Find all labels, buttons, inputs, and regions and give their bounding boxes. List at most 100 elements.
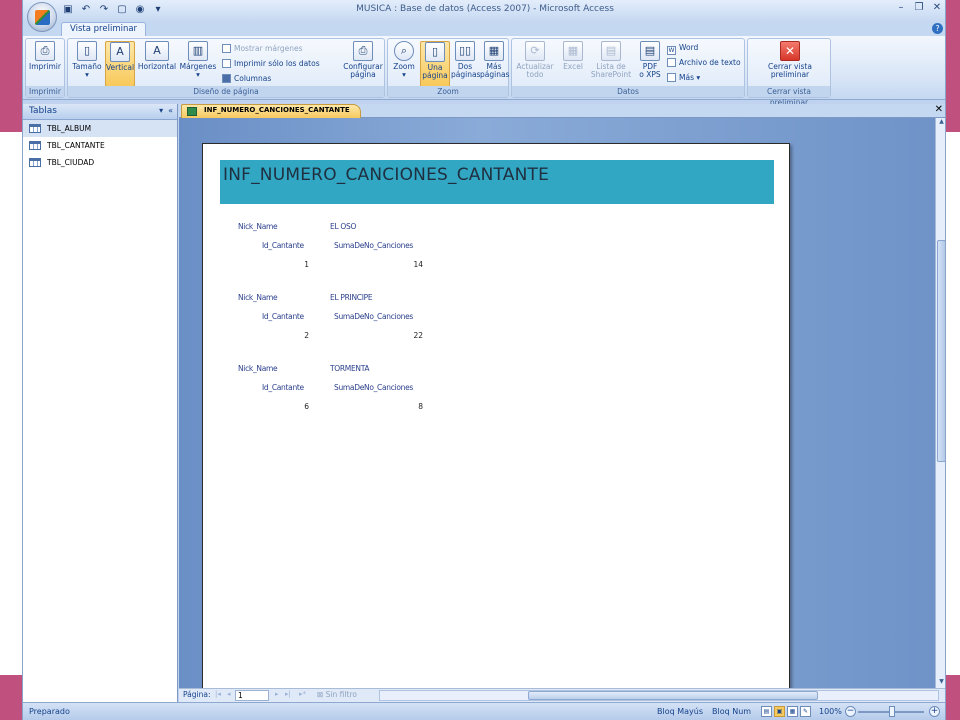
close-preview-button[interactable]: ✕ Cerrar vista preliminar [752, 41, 828, 87]
close-preview-label-2: preliminar [770, 70, 810, 79]
help-icon[interactable]: ? [932, 23, 943, 34]
zoom-button[interactable]: ⌕ Zoom ▾ [390, 41, 418, 87]
suma-value: 22 [413, 331, 423, 340]
access-window: ▣ ↶ ↷ ▢ ◉ ▾ MUSICA : Base de datos (Acce… [22, 0, 946, 720]
page-setup-label-2: página [350, 70, 376, 79]
horizontal-scrollbar[interactable] [379, 690, 939, 701]
zoom-slider-knob[interactable] [889, 706, 895, 717]
vertical-scroll-thumb[interactable] [937, 240, 945, 462]
print-button[interactable]: ⎙ Imprimir [28, 41, 62, 87]
close-document-icon[interactable]: ✕ [935, 104, 943, 115]
window-controls: – ❐ ✕ [895, 2, 943, 14]
page-setup-icon: ⎙ [353, 41, 373, 61]
id-cantante-value: 6 [304, 402, 309, 411]
navigation-pane: Tablas ▾ « TBL_ALBUM TBL_CANTANTE TBL_CIU… [23, 104, 178, 702]
page-number-input[interactable]: 1 [235, 690, 269, 701]
two-pages-button[interactable]: ▯▯ Dos páginas [451, 41, 481, 87]
word-export-button[interactable]: W Word [667, 42, 698, 55]
group-cerrar: ✕ Cerrar vista preliminar Cerrar vista p… [747, 38, 831, 107]
more-pages-label-2: páginas [480, 70, 510, 79]
tab-report-label: INF_NUMERO_CANCIONES_CANTANTE [204, 106, 350, 114]
minimize-icon[interactable]: – [895, 2, 907, 14]
print-data-only-label: Imprimir sólo los datos [234, 59, 320, 68]
show-margins-checkbox[interactable]: Mostrar márgenes [222, 43, 303, 55]
sharepoint-icon: ▤ [601, 41, 621, 61]
page-size-icon: ▯ [77, 41, 97, 61]
next-page-icon[interactable]: ▸ [275, 690, 279, 698]
office-button[interactable] [27, 2, 57, 32]
restore-icon[interactable]: ❐ [913, 2, 925, 14]
zoom-in-icon[interactable]: + [929, 706, 940, 717]
sharepoint-list-button[interactable]: ▤ Lista de SharePoint [588, 41, 634, 87]
landscape-label: Horizontal [137, 62, 177, 71]
two-pages-icon: ▯▯ [455, 41, 475, 61]
nick-name-value: EL OSO [330, 222, 357, 231]
one-page-button[interactable]: ▯ Una página [420, 41, 450, 87]
design-view-icon[interactable]: ✎ [800, 706, 811, 717]
pdf-xps-button[interactable]: ▤ PDF o XPS [636, 41, 664, 87]
vertical-scrollbar[interactable]: ▲ ▼ [935, 118, 945, 688]
one-page-icon: ▯ [425, 42, 445, 62]
portrait-button[interactable]: A Vertical [105, 41, 135, 87]
margins-icon: ▥ [188, 41, 208, 61]
nav-dropdown-icon[interactable]: ▾ [159, 106, 163, 115]
id-cantante-label: Id_Cantante [262, 241, 304, 250]
tab-report[interactable]: INF_NUMERO_CANCIONES_CANTANTE [181, 104, 361, 118]
excel-label: Excel [563, 62, 583, 71]
ribbon: ⎙ Imprimir Imprimir ▯ Tamaño ▾ A Vertical… [23, 36, 945, 107]
suma-label: SumaDeNo_Canciones [334, 312, 414, 321]
office-logo-icon [35, 10, 50, 25]
print-data-only-checkbox[interactable]: Imprimir sólo los datos [222, 58, 320, 70]
two-pages-label-2: páginas [451, 70, 481, 79]
nav-item-tbl-ciudad[interactable]: TBL_CIUDAD [23, 154, 177, 171]
table-icon [29, 141, 41, 150]
nav-item-label: TBL_CANTANTE [47, 141, 105, 150]
scroll-up-icon[interactable]: ▲ [936, 118, 945, 128]
text-file-icon [667, 58, 676, 67]
nav-collapse-icon[interactable]: « [168, 106, 173, 115]
page-setup-button[interactable]: ⎙ Configurar página [342, 41, 384, 87]
first-page-icon[interactable]: |◂ [215, 690, 221, 698]
group-label-cerrar: Cerrar vista preliminar [748, 86, 830, 107]
group-label-diseno: Diseño de página [68, 86, 384, 97]
more-pages-button[interactable]: ▦ Más páginas [480, 41, 510, 87]
id-cantante-label: Id_Cantante [262, 383, 304, 392]
margins-button[interactable]: ▥ Márgenes ▾ [179, 41, 217, 87]
previous-page-icon[interactable]: ◂ [227, 690, 231, 698]
nav-header[interactable]: Tablas ▾ « [23, 104, 177, 120]
close-icon[interactable]: ✕ [931, 2, 943, 14]
text-file-export-button[interactable]: Archivo de texto [667, 57, 741, 69]
nick-name-label: Nick_Name [238, 293, 278, 302]
status-bar: Preparado Bloq Mayús Bloq Num ▤ ▣ ▦ ✎ 10… [23, 702, 945, 720]
filter-indicator[interactable]: ⊠ Sin filtro [317, 690, 357, 699]
close-preview-icon: ✕ [780, 41, 800, 61]
last-page-icon[interactable]: ▸| [285, 690, 291, 698]
layout-view-icon[interactable]: ▦ [787, 706, 798, 717]
record-3: Nick_Name TORMENTA Id_Cantante SumaDeNo_… [203, 364, 791, 434]
size-button[interactable]: ▯ Tamaño ▾ [70, 41, 104, 87]
report-view-icon[interactable]: ▤ [761, 706, 772, 717]
nick-name-label: Nick_Name [238, 222, 278, 231]
excel-export-button[interactable]: ▦ Excel [560, 41, 586, 87]
view-switcher: ▤ ▣ ▦ ✎ [761, 706, 811, 717]
columns-button[interactable]: Columnas [222, 73, 271, 85]
tab-vista-preliminar[interactable]: Vista preliminar [61, 22, 147, 37]
id-cantante-value: 1 [304, 260, 309, 269]
pdf-label-2: o XPS [639, 70, 661, 79]
more-export-icon [667, 73, 676, 82]
zoom-out-icon[interactable]: − [845, 706, 856, 717]
nav-item-tbl-album[interactable]: TBL_ALBUM [23, 120, 177, 137]
suma-value: 14 [413, 260, 423, 269]
more-export-button[interactable]: Más ▾ [667, 72, 700, 84]
nav-item-tbl-cantante[interactable]: TBL_CANTANTE [23, 137, 177, 154]
refresh-all-button[interactable]: ⟳ Actualizar todo [514, 41, 556, 87]
new-page-icon[interactable]: ▸* [299, 690, 306, 698]
horizontal-scroll-thumb[interactable] [528, 691, 818, 700]
scroll-down-icon[interactable]: ▼ [936, 678, 945, 688]
nav-header-label: Tablas [29, 106, 57, 116]
print-preview-view-icon[interactable]: ▣ [774, 706, 785, 717]
nav-item-label: TBL_CIUDAD [47, 158, 95, 167]
print-label: Imprimir [29, 62, 61, 71]
landscape-button[interactable]: A Horizontal [136, 41, 178, 87]
word-icon: W [667, 46, 676, 55]
